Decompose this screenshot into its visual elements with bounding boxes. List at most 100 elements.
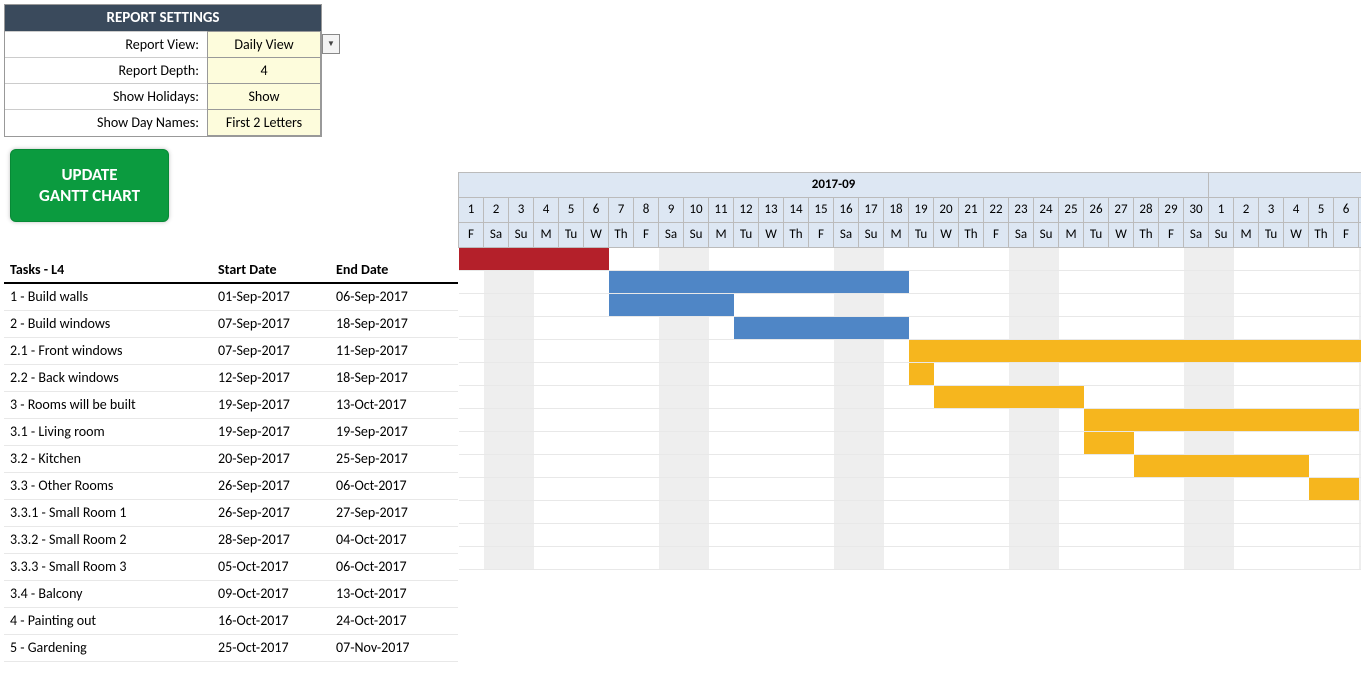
gantt-cell <box>884 500 909 523</box>
task-end-date: 19-Sep-2017 <box>330 418 458 445</box>
gantt-cell <box>609 362 634 385</box>
task-end-date: 25-Sep-2017 <box>330 445 458 472</box>
gantt-cell <box>634 408 659 431</box>
gantt-cell <box>934 477 959 500</box>
settings-value[interactable]: Daily View▼ <box>207 31 321 57</box>
day-number: 18 <box>884 197 909 222</box>
gantt-bar-cell <box>1334 408 1359 431</box>
gantt-cell <box>1059 247 1084 270</box>
gantt-bar-cell <box>1234 454 1259 477</box>
gantt-cell <box>634 454 659 477</box>
gantt-cell <box>709 316 734 339</box>
task-start-date: 05-Oct-2017 <box>212 553 330 580</box>
gantt-cell <box>909 523 934 546</box>
gantt-cell <box>1284 293 1309 316</box>
gantt-cell <box>1334 546 1359 569</box>
gantt-cell <box>509 523 534 546</box>
gantt-cell <box>609 316 634 339</box>
gantt-cell <box>959 523 984 546</box>
day-name: Tu <box>559 222 584 247</box>
gantt-row <box>459 477 1362 500</box>
gantt-cell <box>1359 523 1362 546</box>
gantt-cell <box>1309 293 1334 316</box>
gantt-cell <box>1209 270 1234 293</box>
gantt-cell <box>684 500 709 523</box>
day-number: 13 <box>759 197 784 222</box>
gantt-cell <box>1184 316 1209 339</box>
gantt-cell <box>534 362 559 385</box>
gantt-cell <box>1134 316 1159 339</box>
gantt-cell <box>1159 523 1184 546</box>
day-number: 21 <box>959 197 984 222</box>
gantt-bar-cell <box>1034 385 1059 408</box>
day-number: 15 <box>809 197 834 222</box>
gantt-cell <box>1059 431 1084 454</box>
gantt-cell <box>809 362 834 385</box>
settings-value[interactable]: First 2 Letters <box>207 109 321 136</box>
month-header: 2017-09 <box>459 172 1209 197</box>
task-end-date: 18-Sep-2017 <box>330 364 458 391</box>
task-end-date: 07-Nov-2017 <box>330 634 458 661</box>
gantt-cell <box>734 454 759 477</box>
settings-row: Show Day Names:First 2 Letters <box>5 109 321 136</box>
gantt-cell <box>1309 385 1334 408</box>
gantt-cell <box>1259 500 1284 523</box>
gantt-cell <box>1134 362 1159 385</box>
day-number: 25 <box>1059 197 1084 222</box>
gantt-bar-cell <box>1009 385 1034 408</box>
gantt-bar-cell <box>934 339 959 362</box>
settings-row: Report Depth:4 <box>5 57 321 83</box>
gantt-bar-cell <box>1309 408 1334 431</box>
gantt-cell <box>959 362 984 385</box>
update-gantt-button[interactable]: UPDATE GANTT CHART <box>10 149 169 222</box>
gantt-cell <box>809 293 834 316</box>
gantt-cell <box>734 293 759 316</box>
gantt-cell <box>584 523 609 546</box>
gantt-cell <box>784 339 809 362</box>
gantt-cell <box>1059 316 1084 339</box>
day-name: Sa <box>834 222 859 247</box>
report-settings-panel: REPORT SETTINGS Report View:Daily View▼R… <box>4 4 322 137</box>
gantt-cell <box>1084 270 1109 293</box>
gantt-cell <box>459 523 484 546</box>
settings-value[interactable]: Show <box>207 83 321 109</box>
gantt-cell <box>659 431 684 454</box>
gantt-cell <box>1034 500 1059 523</box>
gantt-cell <box>734 500 759 523</box>
task-end-date: 13-Oct-2017 <box>330 391 458 418</box>
gantt-cell <box>559 477 584 500</box>
task-start-date: 28-Sep-2017 <box>212 526 330 553</box>
gantt-cell <box>1184 431 1209 454</box>
gantt-cell <box>534 316 559 339</box>
task-row: 3.3.1 - Small Room 126-Sep-201727-Sep-20… <box>4 499 458 526</box>
gantt-bar-cell <box>734 270 759 293</box>
gantt-cell <box>934 293 959 316</box>
gantt-cell <box>1034 362 1059 385</box>
gantt-cell <box>759 362 784 385</box>
gantt-cell <box>1084 247 1109 270</box>
gantt-cell <box>734 362 759 385</box>
gantt-cell <box>684 316 709 339</box>
gantt-cell <box>1259 316 1284 339</box>
gantt-cell <box>559 316 584 339</box>
gantt-cell <box>1184 477 1209 500</box>
gantt-bar-cell <box>759 270 784 293</box>
settings-value[interactable]: 4 <box>207 57 321 83</box>
gantt-bar-cell <box>1259 408 1284 431</box>
gantt-cell <box>634 523 659 546</box>
gantt-row <box>459 385 1362 408</box>
gantt-cell <box>459 500 484 523</box>
chevron-down-icon[interactable]: ▼ <box>322 34 340 54</box>
gantt-cell <box>1159 477 1184 500</box>
gantt-cell <box>1034 546 1059 569</box>
gantt-cell <box>1209 431 1234 454</box>
gantt-cell <box>834 523 859 546</box>
gantt-cell <box>784 408 809 431</box>
gantt-cell <box>809 385 834 408</box>
gantt-cell <box>1059 362 1084 385</box>
gantt-cell <box>1084 523 1109 546</box>
settings-row: Show Holidays:Show <box>5 83 321 109</box>
gantt-cell <box>609 546 634 569</box>
gantt-cell <box>734 523 759 546</box>
day-name: W <box>584 222 609 247</box>
